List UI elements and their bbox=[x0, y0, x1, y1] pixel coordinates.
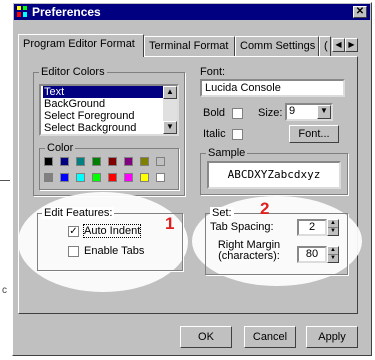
tab-scroll-right-icon[interactable]: ▶ bbox=[345, 38, 358, 52]
tab-comm-settings[interactable]: Comm Settings bbox=[235, 36, 319, 56]
spin-up-icon[interactable]: ▲ bbox=[328, 247, 338, 255]
color-swatch[interactable] bbox=[140, 173, 149, 182]
right-margin-label: Right Margin (characters): bbox=[213, 240, 285, 262]
list-item[interactable]: Text bbox=[43, 86, 164, 98]
color-swatch[interactable] bbox=[44, 157, 53, 166]
auto-indent-label: Auto Indent bbox=[82, 224, 142, 238]
edit-features-label: Edit Features: bbox=[42, 207, 115, 219]
enable-tabs-label: Enable Tabs bbox=[84, 245, 145, 257]
window-title: Preferences bbox=[32, 5, 101, 19]
tab-spacing-spinner[interactable]: ▲ ▼ bbox=[327, 219, 339, 236]
font-name-field[interactable]: Lucida Console bbox=[200, 79, 345, 97]
tab-spacing-label: Tab Spacing: bbox=[210, 221, 274, 233]
list-item[interactable]: BackGround bbox=[43, 98, 164, 110]
italic-label: Italic bbox=[203, 128, 226, 140]
font-label: Font: bbox=[200, 66, 226, 78]
stray-character: c bbox=[2, 285, 7, 296]
title-bar[interactable]: Preferences ✕ bbox=[14, 4, 370, 20]
color-swatch[interactable] bbox=[108, 173, 117, 182]
color-group bbox=[39, 148, 179, 190]
set-label: Set: bbox=[210, 207, 234, 219]
color-swatch[interactable] bbox=[60, 157, 69, 166]
scroll-down-icon[interactable]: ▼ bbox=[163, 121, 177, 134]
apply-button[interactable]: Apply bbox=[306, 326, 358, 348]
color-swatch[interactable] bbox=[124, 157, 133, 166]
list-item[interactable]: Select Background bbox=[43, 122, 164, 134]
color-swatch[interactable] bbox=[108, 157, 117, 166]
color-swatch[interactable] bbox=[92, 157, 101, 166]
annotation-1: 1 bbox=[165, 214, 175, 233]
bold-checkbox[interactable] bbox=[232, 108, 243, 119]
size-label: Size: bbox=[258, 107, 283, 119]
right-margin-label-line2: (characters): bbox=[218, 250, 280, 262]
tab-clipped[interactable]: ( bbox=[319, 36, 331, 56]
scrollbar-track[interactable] bbox=[163, 99, 177, 121]
sample-preview: ABCDXYZabcdxyz bbox=[207, 161, 341, 189]
color-swatch[interactable] bbox=[76, 173, 85, 182]
spin-down-icon[interactable]: ▼ bbox=[328, 255, 338, 262]
tab-program-editor-format[interactable]: Program Editor Format bbox=[18, 34, 144, 57]
spin-up-icon[interactable]: ▲ bbox=[328, 220, 338, 228]
auto-indent-checkbox[interactable]: ✓ bbox=[68, 226, 79, 237]
color-swatch[interactable] bbox=[92, 173, 101, 182]
font-button[interactable]: Font... bbox=[289, 125, 339, 143]
color-label: Color bbox=[45, 142, 76, 154]
app-icon bbox=[17, 6, 27, 17]
close-icon[interactable]: ✕ bbox=[353, 6, 367, 18]
editor-colors-label: Editor Colors bbox=[39, 66, 107, 78]
right-margin-field[interactable]: 80 bbox=[297, 246, 327, 263]
left-edge-line bbox=[0, 180, 10, 181]
color-swatch[interactable] bbox=[44, 173, 53, 182]
italic-checkbox[interactable] bbox=[232, 129, 243, 140]
list-item[interactable]: Select Foreground bbox=[43, 110, 164, 122]
tab-spacing-field[interactable]: 2 bbox=[297, 219, 327, 236]
color-swatch[interactable] bbox=[60, 173, 69, 182]
annotation-2: 2 bbox=[260, 199, 270, 218]
ok-button[interactable]: OK bbox=[180, 326, 232, 348]
size-select[interactable]: 9 ▼ bbox=[285, 103, 333, 121]
bold-label: Bold bbox=[203, 107, 226, 119]
scroll-up-icon[interactable]: ▲ bbox=[163, 86, 177, 99]
editor-colors-list[interactable]: Text BackGround Select Foreground Select… bbox=[39, 84, 179, 136]
sample-label: Sample bbox=[206, 147, 248, 159]
tab-terminal-format[interactable]: Terminal Format bbox=[144, 36, 235, 56]
enable-tabs-checkbox[interactable] bbox=[68, 246, 79, 257]
color-swatch[interactable] bbox=[76, 157, 85, 166]
color-swatch[interactable] bbox=[140, 157, 149, 166]
spin-down-icon[interactable]: ▼ bbox=[328, 228, 338, 235]
color-swatch[interactable] bbox=[156, 173, 165, 182]
right-margin-spinner[interactable]: ▲ ▼ bbox=[327, 246, 339, 263]
color-swatch[interactable] bbox=[156, 157, 165, 166]
tab-scroll-left-icon[interactable]: ◀ bbox=[332, 38, 345, 52]
size-value: 9 bbox=[289, 105, 296, 117]
cancel-button[interactable]: Cancel bbox=[244, 326, 296, 348]
chevron-down-icon[interactable]: ▼ bbox=[317, 105, 331, 119]
color-swatch[interactable] bbox=[124, 173, 133, 182]
edit-features-group bbox=[37, 213, 183, 271]
